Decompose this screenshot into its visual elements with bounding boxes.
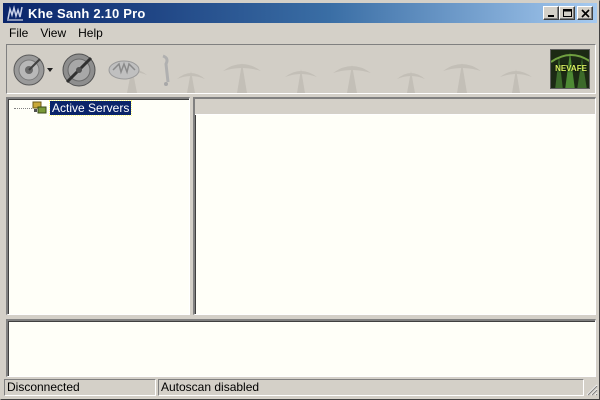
close-icon (581, 9, 590, 18)
app-icon (7, 5, 23, 21)
nevafe-logo: NEVAFE (550, 49, 590, 89)
menu-file[interactable]: File (3, 26, 34, 40)
tree-item-label: Active Servers (48, 100, 133, 116)
window-title: Khe Sanh 2.10 Pro (28, 5, 146, 21)
server-list[interactable] (193, 97, 596, 315)
toolbar: NEVAFE (6, 44, 596, 94)
tree-connector (14, 108, 32, 109)
menu-bar: File View Help (3, 24, 109, 42)
menu-help[interactable]: Help (72, 26, 109, 40)
minimize-button[interactable] (543, 6, 559, 20)
app-window: Khe Sanh 2.10 Pro File View Help NEVAFE … (0, 0, 600, 400)
status-autoscan: Autoscan disabled (158, 379, 584, 396)
server-icon[interactable] (107, 52, 141, 88)
connect-dropdown-icon[interactable] (13, 52, 55, 88)
servers-icon (32, 101, 47, 114)
logo-text: NEVAFE (555, 64, 587, 73)
disconnect-icon[interactable] (155, 52, 177, 88)
maximize-button[interactable] (559, 6, 575, 20)
minimize-icon (548, 15, 554, 17)
resize-grip-icon[interactable] (586, 384, 598, 396)
server-tree[interactable]: Active Servers (6, 97, 190, 315)
title-bar[interactable]: Khe Sanh 2.10 Pro (3, 3, 597, 23)
menu-view[interactable]: View (34, 26, 72, 40)
list-header[interactable] (195, 99, 595, 115)
tree-item-active-servers[interactable]: Active Servers (14, 100, 133, 116)
log-output[interactable] (6, 319, 596, 377)
close-button[interactable] (577, 6, 593, 20)
status-connection: Disconnected (4, 379, 156, 396)
status-bar: Disconnected Autoscan disabled (3, 379, 599, 397)
scan-icon[interactable] (61, 52, 97, 88)
maximize-icon (563, 9, 572, 17)
